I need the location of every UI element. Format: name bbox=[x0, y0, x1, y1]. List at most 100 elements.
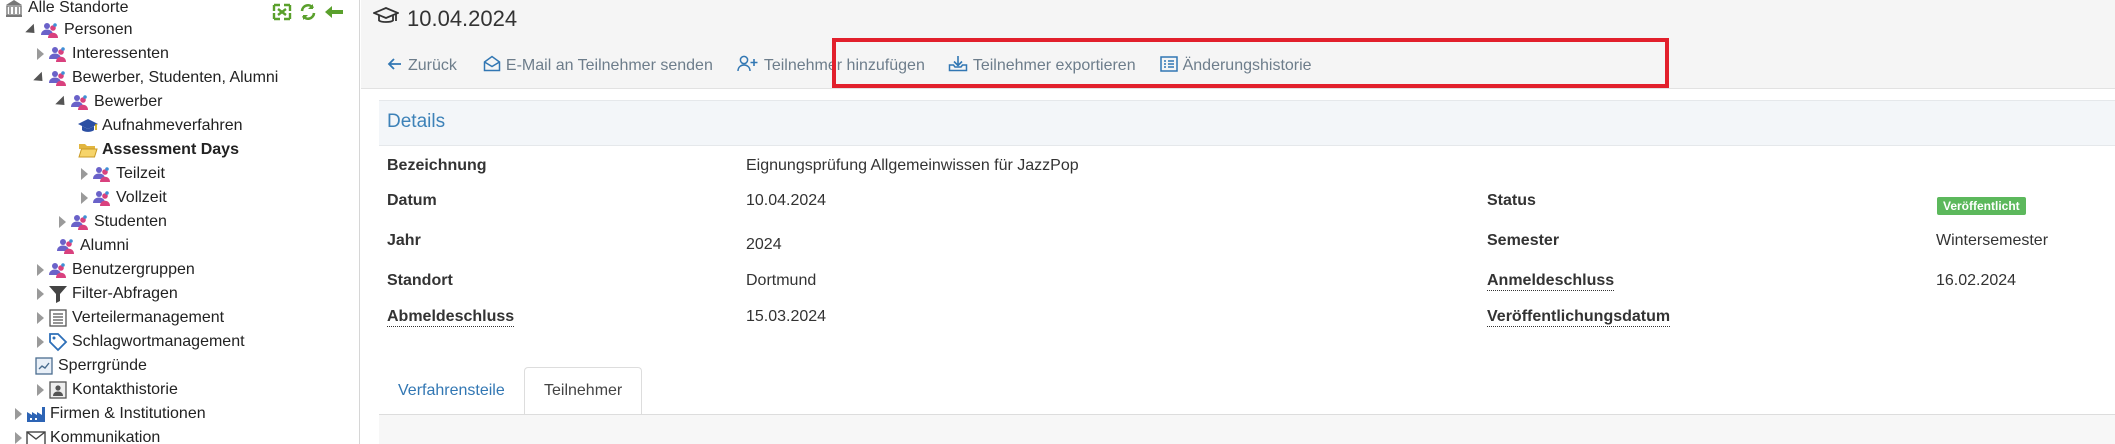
collapse-toggle-icon[interactable] bbox=[25, 18, 39, 42]
tree-item-firmen-institutionen[interactable]: Firmen & Institutionen bbox=[12, 402, 206, 426]
veroeffentlichungsdatum-label: Veröffentlichungsdatum bbox=[1487, 308, 1671, 327]
tree-item-label: Aufnahmeverfahren bbox=[102, 117, 243, 134]
expand-toggle-icon[interactable] bbox=[78, 162, 90, 186]
datum-label: Datum bbox=[387, 192, 437, 209]
action-bar: Zurück E-Mail an Teilnehmer senden Teiln… bbox=[387, 50, 1312, 82]
people-icon bbox=[70, 212, 90, 232]
change-history-label: Änderungshistorie bbox=[1182, 57, 1312, 74]
export-participants-button[interactable]: Teilnehmer exportieren bbox=[948, 55, 1136, 77]
list-alt-icon bbox=[1159, 55, 1183, 77]
tree-item-label: Kontakthistorie bbox=[72, 381, 178, 398]
graduation-cap-icon bbox=[371, 6, 407, 32]
funnel-icon bbox=[48, 284, 68, 304]
tree-item-vollzeit[interactable]: Vollzeit bbox=[78, 186, 167, 210]
bezeichnung-value: Eignungsprüfung Allgemeinwissen für Jazz… bbox=[746, 157, 1079, 174]
tree-item-label: Benutzergruppen bbox=[72, 261, 195, 278]
tree-item-label: Kommunikation bbox=[50, 429, 161, 444]
blocked-list-icon bbox=[34, 356, 54, 376]
email-participants-button[interactable]: E-Mail an Teilnehmer senden bbox=[483, 55, 713, 77]
tree-item-alle-standorte[interactable]: Alle Standorte bbox=[4, 0, 129, 20]
tree-item-personen[interactable]: Personen bbox=[25, 18, 133, 42]
tree-item-label: Alumni bbox=[80, 237, 129, 254]
tree-item-kommunikation[interactable]: Kommunikation bbox=[12, 426, 160, 444]
main-content: 10.04.2024 Zurück E-Mail an Teilnehmer s… bbox=[361, 0, 2115, 444]
tree-item-label: Bewerber bbox=[94, 93, 163, 110]
envelope-open-icon bbox=[483, 55, 506, 77]
tree-item-benutzergruppen[interactable]: Benutzergruppen bbox=[34, 258, 195, 282]
semester-label: Semester bbox=[1487, 232, 1560, 249]
status-label: Status bbox=[1487, 192, 1536, 209]
collapse-toggle-icon[interactable] bbox=[55, 90, 69, 114]
tree-item-label: Teilzeit bbox=[116, 165, 165, 182]
people-icon bbox=[40, 20, 60, 40]
people-icon bbox=[48, 260, 68, 280]
tree-item-label: Sperrgründe bbox=[58, 357, 147, 374]
tree-item-alumni[interactable]: Alumni bbox=[56, 234, 129, 258]
details-panel-header: Details bbox=[379, 100, 2115, 146]
collapse-toggle-icon[interactable] bbox=[33, 66, 47, 90]
tree-item-label: Assessment Days bbox=[102, 141, 239, 158]
refresh-icon[interactable] bbox=[298, 3, 318, 21]
semester-value: Wintersemester bbox=[1936, 232, 2049, 249]
header-bar: 10.04.2024 Zurück E-Mail an Teilnehmer s… bbox=[361, 0, 2115, 89]
details-title: Details bbox=[387, 111, 446, 132]
expand-toggle-icon[interactable] bbox=[12, 402, 24, 426]
tree-item-bewerber[interactable]: Bewerber bbox=[55, 90, 163, 114]
tab-teilnehmer[interactable]: Teilnehmer bbox=[524, 367, 643, 417]
people-icon bbox=[48, 44, 68, 64]
abmeldeschluss-label: Abmeldeschluss bbox=[387, 308, 515, 327]
expand-toggle-icon[interactable] bbox=[34, 282, 46, 306]
bezeichnung-label: Bezeichnung bbox=[387, 157, 487, 174]
tree-item-label: Studenten bbox=[94, 213, 167, 230]
expand-toggle-icon[interactable] bbox=[34, 306, 46, 330]
factory-icon bbox=[26, 404, 46, 424]
anmeldeschluss-value: 16.02.2024 bbox=[1936, 272, 2017, 289]
tree-item-kontakthistorie[interactable]: Kontakthistorie bbox=[34, 378, 178, 402]
tree-item-bewerber-studenten-alumni[interactable]: Bewerber, Studenten, Alumni bbox=[33, 66, 279, 90]
navigation-tree: Alle Standorte Personen Interessenten Bewer… bbox=[0, 0, 360, 444]
user-plus-icon bbox=[737, 55, 764, 77]
add-participant-button[interactable]: Teilnehmer hinzufügen bbox=[737, 55, 925, 77]
tree-item-schlagwortmanagement[interactable]: Schlagwortmanagement bbox=[34, 330, 245, 354]
expand-toggle-icon[interactable] bbox=[34, 378, 46, 402]
collapse-arrow-icon[interactable] bbox=[324, 3, 344, 21]
add-participant-label: Teilnehmer hinzufügen bbox=[763, 57, 925, 74]
tree-item-aufnahmeverfahren[interactable]: Aufnahmeverfahren bbox=[78, 114, 243, 138]
change-history-button[interactable]: Änderungshistorie bbox=[1159, 55, 1312, 77]
expand-toggle-icon[interactable] bbox=[78, 186, 90, 210]
tree-item-sperrgründe[interactable]: Sperrgründe bbox=[34, 354, 147, 378]
envelope-icon bbox=[26, 428, 46, 444]
tree-item-studenten[interactable]: Studenten bbox=[56, 210, 167, 234]
tree-item-filter-abfragen[interactable]: Filter-Abfragen bbox=[34, 282, 178, 306]
back-button-label: Zurück bbox=[408, 57, 457, 74]
page-title-text: 10.04.2024 bbox=[407, 6, 518, 31]
expand-toggle-icon[interactable] bbox=[56, 210, 68, 234]
download-tray-icon bbox=[948, 55, 973, 77]
back-button[interactable]: Zurück bbox=[387, 56, 457, 77]
tree-item-label: Bewerber, Studenten, Alumni bbox=[72, 69, 279, 86]
building-icon bbox=[4, 0, 24, 18]
tag-icon bbox=[48, 332, 68, 352]
abmeldeschluss-value: 15.03.2024 bbox=[746, 308, 827, 325]
datum-value: 10.04.2024 bbox=[746, 192, 827, 209]
people-icon bbox=[48, 68, 68, 88]
people-icon bbox=[56, 236, 76, 256]
expand-toggle-icon[interactable] bbox=[34, 258, 46, 282]
email-participants-label: E-Mail an Teilnehmer senden bbox=[505, 57, 713, 74]
status-badge: Veröffentlicht bbox=[1937, 197, 2026, 215]
tree-item-verteilermanagement[interactable]: Verteilermanagement bbox=[34, 306, 224, 330]
expand-all-icon[interactable] bbox=[272, 3, 292, 21]
tab-verfahrensteile[interactable]: Verfahrensteile bbox=[379, 368, 524, 414]
tree-item-label: Schlagwortmanagement bbox=[72, 333, 245, 350]
contact-history-icon bbox=[48, 380, 68, 400]
expand-toggle-icon[interactable] bbox=[34, 330, 46, 354]
tree-item-assessment-days[interactable]: Assessment Days bbox=[78, 138, 239, 162]
tree-item-label: Verteilermanagement bbox=[72, 309, 225, 326]
expand-toggle-icon[interactable] bbox=[12, 426, 24, 444]
tree-item-interessenten[interactable]: Interessenten bbox=[34, 42, 169, 66]
tree-item-label: Alle Standorte bbox=[28, 0, 129, 16]
tree-item-teilzeit[interactable]: Teilzeit bbox=[78, 162, 165, 186]
anmeldeschluss-label: Anmeldeschluss bbox=[1487, 272, 1615, 291]
expand-toggle-icon[interactable] bbox=[34, 42, 46, 66]
jahr-value: 2024 bbox=[746, 236, 782, 253]
